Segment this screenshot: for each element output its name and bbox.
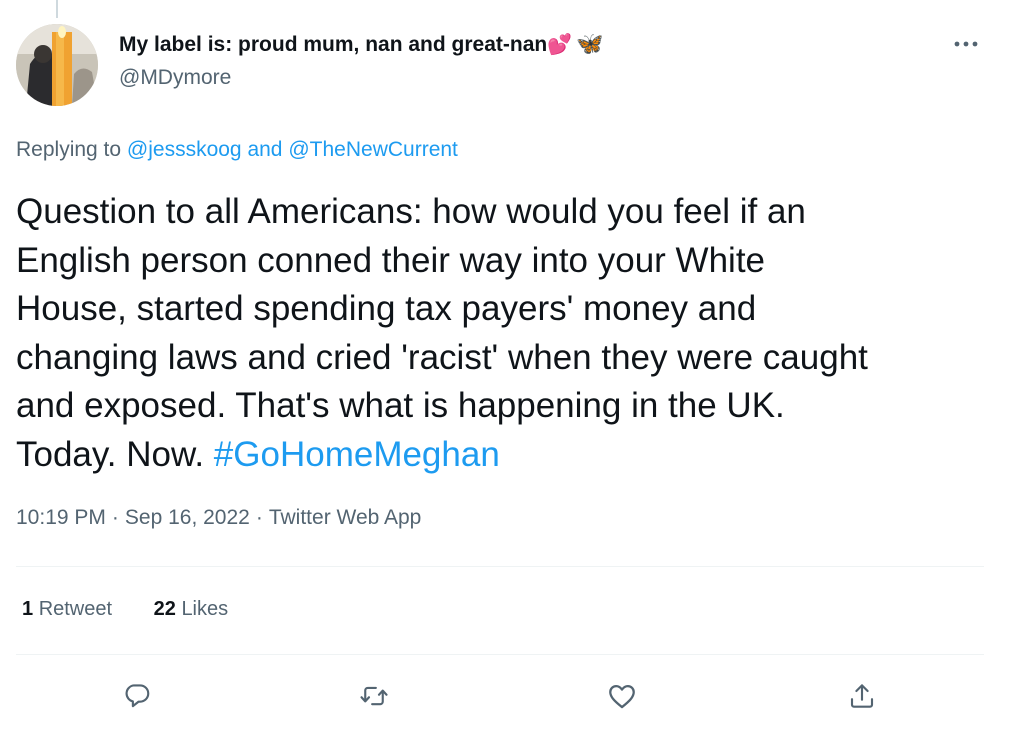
meta-separator: ·: [255, 506, 263, 529]
tweet-text-line: and exposed. That's what is happening in…: [16, 386, 785, 425]
like-count-link[interactable]: 22 Likes: [154, 598, 229, 621]
like-button[interactable]: [602, 676, 642, 716]
mention-link[interactable]: @jessskoog: [127, 138, 242, 161]
hashtag-link[interactable]: #GoHomeMeghan: [214, 435, 500, 474]
meta-separator: ·: [111, 506, 119, 529]
retweet-icon: [360, 686, 388, 706]
reply-icon: [125, 684, 150, 708]
tweet-text-line: Question to all Americans: how would you…: [16, 192, 806, 231]
tweet-text-line: House, started spending tax payers' mone…: [16, 289, 757, 328]
avatar[interactable]: [16, 24, 98, 106]
tweet-card: My label is: proud mum, nan and great-na…: [0, 0, 1024, 745]
mention-link[interactable]: @TheNewCurrent: [288, 138, 458, 161]
tweet-text-line: changing laws and cried 'racist' when th…: [16, 337, 868, 377]
tweet-text: Question to all Americans: how would you…: [16, 188, 996, 479]
replying-prefix: Replying to: [16, 138, 122, 161]
divider: [16, 654, 984, 655]
reply-button[interactable]: [117, 676, 157, 716]
tweet-source[interactable]: Twitter Web App: [269, 506, 422, 529]
tweet-text-tail: Today. Now.: [16, 434, 205, 474]
display-name[interactable]: My label is: proud mum, nan and great-na…: [119, 32, 604, 57]
like-icon: [609, 685, 635, 709]
user-handle[interactable]: @MDymore: [119, 66, 231, 90]
tweet-metadata: 10:19 PM · Sep 16, 2022 · Twitter Web App: [16, 506, 421, 530]
replying-to: Replying to @jessskoog and @TheNewCurren…: [16, 138, 458, 162]
tweet-text-line-last: Today. Now. #GoHomeMeghan: [16, 431, 996, 480]
tweet-date[interactable]: Sep 16, 2022: [125, 506, 250, 529]
retweet-count-link[interactable]: 1 Retweet: [22, 598, 112, 621]
display-name-text: My label is: proud mum, nan and great-na…: [119, 33, 548, 56]
like-label: Likes: [181, 598, 229, 620]
engagement-stats: 1 Retweet 22 Likes: [22, 598, 228, 621]
replying-and[interactable]: and: [247, 138, 282, 161]
share-button[interactable]: [842, 676, 882, 716]
retweet-label: Retweet: [38, 598, 113, 620]
divider: [16, 566, 984, 567]
more-options-button[interactable]: [944, 32, 988, 56]
two-hearts-icon: 💕: [547, 32, 573, 56]
like-count: 22: [153, 598, 176, 620]
more-icon: [954, 41, 978, 47]
share-icon: [850, 684, 874, 708]
thread-line: [56, 0, 58, 18]
tweet-text-line: English person conned their way into you…: [16, 240, 766, 280]
retweet-button[interactable]: [354, 676, 394, 716]
retweet-count: 1: [22, 598, 34, 620]
tweet-time[interactable]: 10:19 PM: [16, 506, 106, 529]
butterfly-icon: 🦋: [576, 32, 604, 57]
